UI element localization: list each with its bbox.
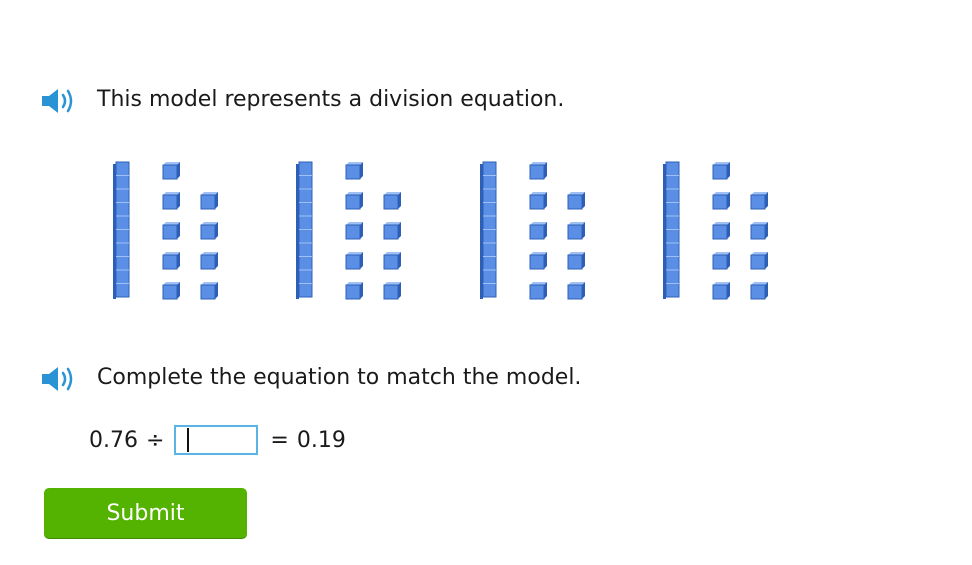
hundredth-cube [345,282,363,300]
submit-button[interactable]: Submit [44,488,247,538]
division-operator: ÷ [145,427,165,453]
speaker-icon[interactable] [40,364,78,394]
question-prompt: This model represents a division equatio… [97,87,565,112]
hundredth-cube [567,192,585,210]
hundredth-cube [383,192,401,210]
hundredth-cube [200,222,218,240]
hundredth-cube [345,222,363,240]
quotient: 0.19 [296,427,346,453]
base-ten-model [113,161,768,300]
speaker-icon[interactable] [40,86,78,116]
tenth-rod [113,161,130,299]
hundredth-cube [383,252,401,270]
hundredth-cube [200,252,218,270]
hundredth-cube [712,192,730,210]
hundredth-cube [345,162,363,180]
block-group [480,161,585,300]
equals-sign: = [270,427,289,453]
hundredth-cube [529,192,547,210]
hundredth-cube [162,162,180,180]
hundredth-cube [712,252,730,270]
block-group [663,161,768,300]
hundredth-cube [162,222,180,240]
hundredth-cube [750,282,768,300]
dividend: 0.76 [89,427,138,453]
hundredth-cube [162,192,180,210]
hundredth-cube [162,282,180,300]
hundredth-cube [529,252,547,270]
hundredth-cube [162,252,180,270]
block-group [296,161,401,300]
block-group [113,161,218,300]
hundredth-cube [345,252,363,270]
hundredth-cube [567,282,585,300]
hundredth-cube [567,222,585,240]
text-caret [187,428,189,452]
hundredth-cube [529,162,547,180]
hundredth-cube [567,252,585,270]
hundredth-cube [529,222,547,240]
hundredth-cube [529,282,547,300]
hundredth-cube [712,282,730,300]
hundredth-cube [383,222,401,240]
hundredth-cube [712,162,730,180]
hundredth-cube [712,222,730,240]
equation: 0.76 ÷ = 0.19 [89,422,346,458]
hundredth-cube [345,192,363,210]
tenth-rod [480,161,497,299]
instruction-prompt: Complete the equation to match the model… [97,365,582,390]
hundredth-cube [750,252,768,270]
tenth-rod [663,161,680,299]
hundredth-cube [750,222,768,240]
hundredth-cube [383,282,401,300]
hundredth-cube [200,192,218,210]
tenth-rod [296,161,313,299]
hundredth-cube [750,192,768,210]
hundredth-cube [200,282,218,300]
